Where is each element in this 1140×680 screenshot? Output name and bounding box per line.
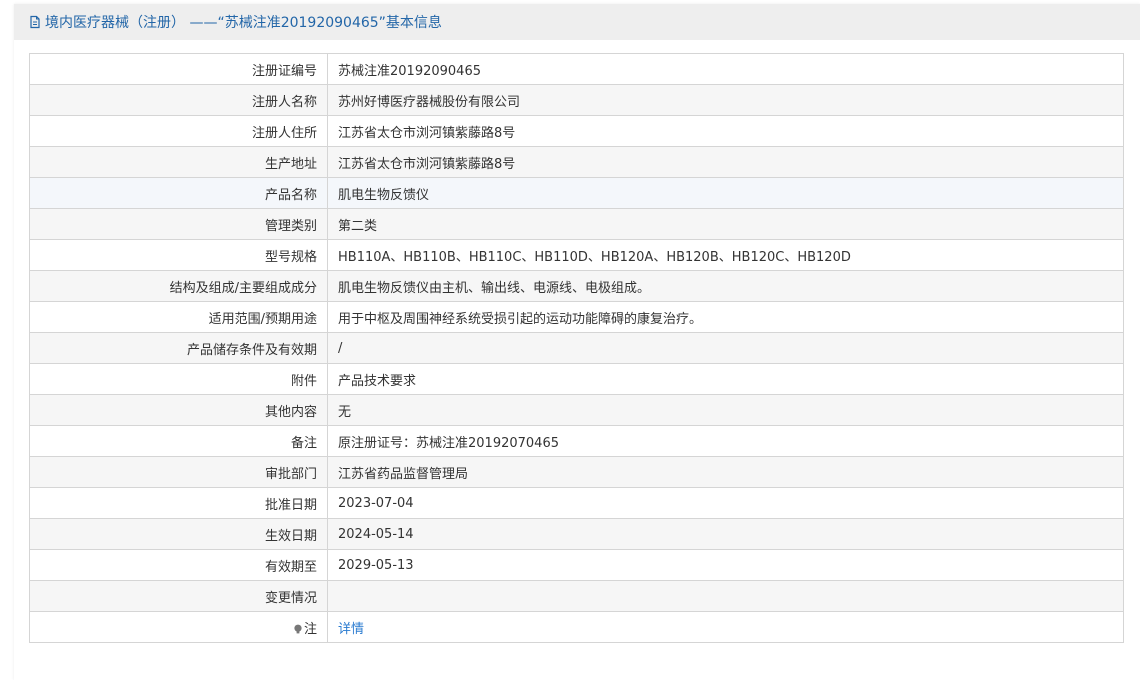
field-label: 审批部门	[29, 456, 328, 488]
table-row: 生效日期 2024-05-14	[29, 518, 1124, 550]
field-value: 无	[327, 394, 1124, 426]
field-label: 注册人名称	[29, 84, 328, 116]
table-row: 型号规格 HB110A、HB110B、HB110C、HB110D、HB120A、H…	[29, 239, 1124, 271]
field-label: 生产地址	[29, 146, 328, 178]
table-row: 附件 产品技术要求	[29, 363, 1124, 395]
field-label: 有效期至	[29, 549, 328, 581]
field-value	[327, 580, 1124, 612]
field-value: 苏械注准20192090465	[327, 53, 1124, 85]
table-row: 结构及组成/主要组成成分 肌电生物反馈仪由主机、输出线、电源线、电极组成。	[29, 270, 1124, 302]
field-value: 2023-07-04	[327, 487, 1124, 519]
field-value: 原注册证号：苏械注准20192070465	[327, 425, 1124, 457]
bulb-icon	[293, 624, 303, 634]
field-label: 结构及组成/主要组成成分	[29, 270, 328, 302]
field-value: 第二类	[327, 208, 1124, 240]
info-panel: 境内医疗器械（注册） ——“苏械注准20192090465”基本信息 注册证编号…	[14, 4, 1140, 680]
field-value: 详情	[327, 611, 1124, 643]
table-row: 适用范围/预期用途 用于中枢及周围神经系统受损引起的运动功能障碍的康复治疗。	[29, 301, 1124, 333]
table-row: 生产地址 江苏省太仓市浏河镇紫藤路8号	[29, 146, 1124, 178]
field-label: 管理类别	[29, 208, 328, 240]
field-value: 江苏省太仓市浏河镇紫藤路8号	[327, 146, 1124, 178]
table-row: 审批部门 江苏省药品监督管理局	[29, 456, 1124, 488]
table-row: 注册人名称 苏州好博医疗器械股份有限公司	[29, 84, 1124, 116]
table-row: 产品储存条件及有效期 /	[29, 332, 1124, 364]
field-label: 变更情况	[29, 580, 328, 612]
field-label: 产品名称	[29, 177, 328, 209]
field-label: 备注	[29, 425, 328, 457]
field-value: HB110A、HB110B、HB110C、HB110D、HB120A、HB120…	[327, 239, 1124, 271]
field-value: 2024-05-14	[327, 518, 1124, 550]
document-icon	[28, 15, 42, 29]
field-value: 肌电生物反馈仪由主机、输出线、电源线、电极组成。	[327, 270, 1124, 302]
field-label: 其他内容	[29, 394, 328, 426]
field-value: 江苏省太仓市浏河镇紫藤路8号	[327, 115, 1124, 147]
field-value: 苏州好博医疗器械股份有限公司	[327, 84, 1124, 116]
field-value: 产品技术要求	[327, 363, 1124, 395]
note-label: 注	[303, 621, 317, 637]
table-row: 批准日期 2023-07-04	[29, 487, 1124, 519]
panel-header: 境内医疗器械（注册） ——“苏械注准20192090465”基本信息	[14, 4, 1140, 40]
field-value: 江苏省药品监督管理局	[327, 456, 1124, 488]
field-value: 肌电生物反馈仪	[327, 177, 1124, 209]
field-label: 适用范围/预期用途	[29, 301, 328, 333]
table-row: 其他内容无	[29, 394, 1124, 426]
field-label: 批准日期	[29, 487, 328, 519]
field-value: /	[327, 332, 1124, 364]
details-link[interactable]: 详情	[338, 622, 364, 637]
info-table: 注册证编号 苏械注准20192090465 注册人名称 苏州好博医疗器械股份有限公司…	[29, 53, 1124, 643]
field-label: 附件	[29, 363, 328, 395]
table-row: 注册证编号 苏械注准20192090465	[29, 53, 1124, 85]
table-row: 管理类别 第二类	[29, 208, 1124, 240]
field-label: 产品储存条件及有效期	[29, 332, 328, 364]
field-value: 用于中枢及周围神经系统受损引起的运动功能障碍的康复治疗。	[327, 301, 1124, 333]
field-label: 注	[29, 611, 328, 643]
table-row: 备注 原注册证号：苏械注准20192070465	[29, 425, 1124, 457]
table-row: 注册人住所 江苏省太仓市浏河镇紫藤路8号	[29, 115, 1124, 147]
field-value: 2029-05-13	[327, 549, 1124, 581]
table-row: 有效期至 2029-05-13	[29, 549, 1124, 581]
field-label: 注册人住所	[29, 115, 328, 147]
field-label: 注册证编号	[29, 53, 328, 85]
table-row-note: 注 详情	[29, 611, 1124, 643]
field-label: 型号规格	[29, 239, 328, 271]
field-label: 生效日期	[29, 518, 328, 550]
table-row: 变更情况	[29, 580, 1124, 612]
table-row: 产品名称 肌电生物反馈仪	[29, 177, 1124, 209]
page-title: 境内医疗器械（注册） ——“苏械注准20192090465”基本信息	[45, 15, 442, 31]
